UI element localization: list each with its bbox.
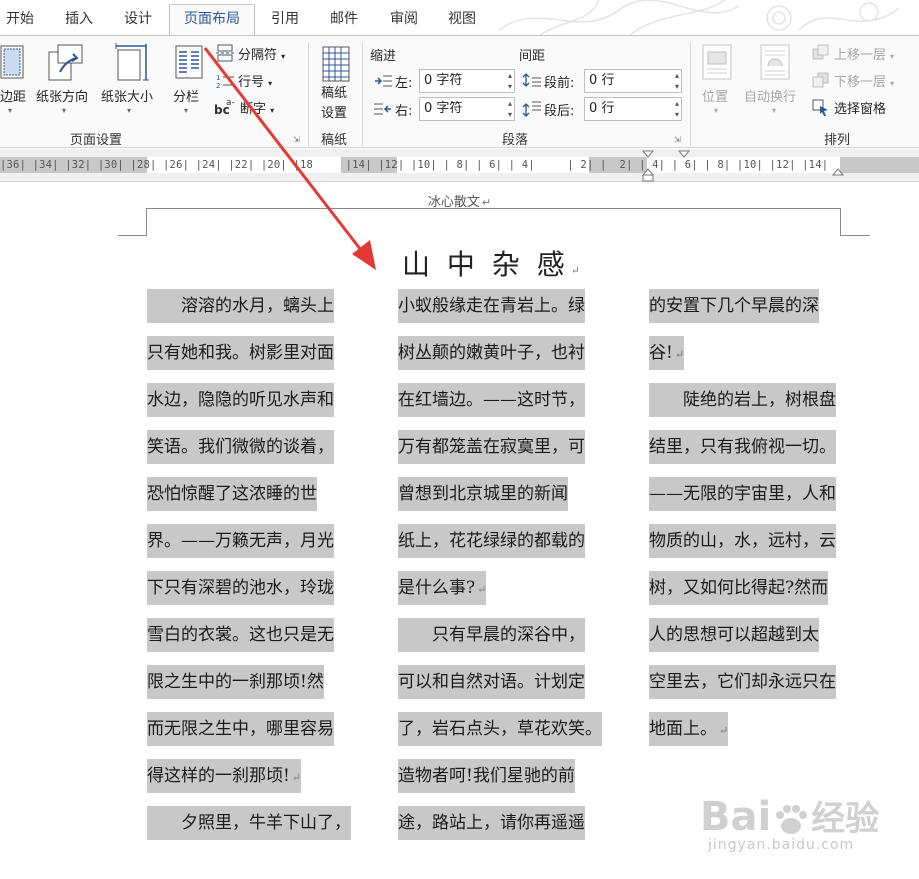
annotation-arrow bbox=[203, 47, 376, 270]
